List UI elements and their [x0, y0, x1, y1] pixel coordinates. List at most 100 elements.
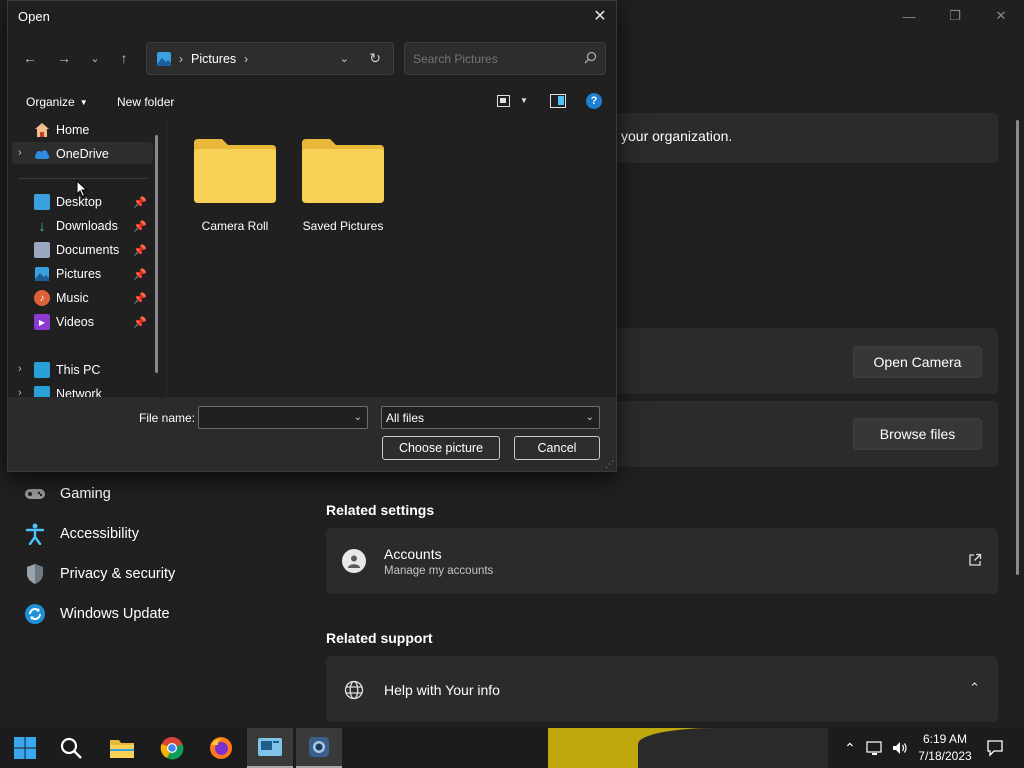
forward-arrow-icon[interactable]: →	[53, 47, 75, 69]
download-icon: ↓	[38, 217, 46, 235]
view-icon[interactable]	[497, 95, 510, 107]
close-window-button[interactable]: ✕	[978, 4, 1024, 28]
sidebar-item-desktop[interactable]: Desktop	[34, 192, 102, 212]
sidebar-item-this-pc[interactable]: This PC	[34, 360, 100, 380]
scrollbar[interactable]	[1016, 120, 1019, 575]
accounts-card[interactable]: Accounts Manage my accounts	[326, 528, 998, 594]
sidebar-item-label: Network	[56, 387, 102, 397]
settings-app-icon	[258, 738, 282, 756]
nav-item-accessibility[interactable]: Accessibility	[24, 523, 139, 545]
sidebar-item-onedrive[interactable]: OneDrive	[34, 144, 109, 164]
address-dropdown-icon[interactable]: ⌄	[340, 52, 349, 65]
file-type-select[interactable]: All files ⌄	[381, 406, 600, 429]
sidebar-item-network[interactable]: Network	[34, 384, 102, 397]
sidebar-item-downloads[interactable]: ↓ Downloads	[34, 216, 118, 236]
show-hidden-icons-button[interactable]: ⌃	[844, 728, 856, 768]
volume-icon[interactable]	[891, 728, 909, 768]
pin-icon[interactable]: 📌	[133, 316, 147, 329]
search-input[interactable]	[413, 51, 573, 66]
maximize-button[interactable]: ❐	[932, 4, 978, 28]
folder-label: Camera Roll	[201, 219, 269, 233]
dialog-close-button[interactable]: ✕	[584, 1, 616, 31]
chevron-up-icon[interactable]: ⌃	[969, 680, 980, 696]
file-name-input[interactable]	[203, 410, 343, 425]
folder-icon	[302, 139, 384, 203]
view-dropdown-icon[interactable]: ▼	[520, 96, 528, 105]
chevron-right-icon[interactable]: ›	[18, 147, 22, 159]
help-icon[interactable]: ?	[586, 93, 602, 109]
clock[interactable]: 6:19 AM 7/18/2023	[914, 731, 976, 765]
nav-item-privacy[interactable]: Privacy & security	[24, 563, 175, 585]
taskbar: ⌃ 6:19 AM 7/18/2023	[0, 728, 1024, 768]
divider	[18, 178, 148, 179]
browse-files-button[interactable]: Browse files	[853, 418, 982, 450]
choose-picture-button[interactable]: Choose picture	[382, 436, 500, 460]
nav-item-windows-update[interactable]: Windows Update	[24, 603, 170, 625]
pin-icon[interactable]: 📌	[133, 196, 147, 209]
back-arrow-icon[interactable]: ←	[19, 47, 41, 69]
sidebar-item-label: Home	[56, 123, 90, 137]
org-text: your organization.	[621, 128, 733, 144]
desktop-icon	[34, 194, 50, 210]
folder-saved-pictures[interactable]: Saved Pictures	[293, 137, 393, 233]
firefox-button[interactable]	[198, 728, 244, 768]
breadcrumb-separator-icon[interactable]: ›	[244, 52, 248, 66]
open-camera-button[interactable]: Open Camera	[853, 346, 982, 378]
pin-icon[interactable]: 📌	[133, 292, 147, 305]
sidebar-scrollbar[interactable]	[155, 135, 158, 373]
cancel-button[interactable]: Cancel	[514, 436, 600, 460]
file-name-field[interactable]: ⌄	[198, 406, 368, 429]
sidebar-item-music[interactable]: ♪ Music	[34, 288, 89, 308]
minimize-button[interactable]: —	[886, 4, 932, 28]
organize-button[interactable]: Organize ▼	[26, 95, 88, 109]
sidebar-item-label: This PC	[56, 363, 101, 377]
accounts-subtitle: Manage my accounts	[384, 565, 494, 577]
nav-item-gaming[interactable]: Gaming	[24, 483, 111, 505]
help-label: Help with Your info	[384, 682, 500, 698]
taskbar-app-settings[interactable]	[247, 728, 293, 768]
file-name-label: File name:	[139, 411, 196, 425]
help-card[interactable]: Help with Your info ⌃	[326, 656, 998, 722]
chrome-button[interactable]	[149, 728, 195, 768]
nav-item-label: Windows Update	[60, 606, 170, 622]
cloud-icon	[34, 146, 50, 162]
search-icon	[584, 51, 597, 69]
notifications-icon[interactable]	[986, 728, 1004, 768]
windows-icon	[14, 737, 36, 759]
pin-icon[interactable]: 📌	[133, 244, 147, 257]
sidebar-item-label: Downloads	[56, 219, 118, 233]
resize-grip-icon[interactable]: ⋰	[605, 459, 614, 470]
video-icon: ▶	[34, 314, 50, 330]
clock-date: 7/18/2023	[918, 749, 972, 763]
window-controls: — ❐ ✕	[886, 4, 1024, 28]
breadcrumb-pictures[interactable]: Pictures	[191, 52, 236, 66]
refresh-icon[interactable]: ↻	[369, 50, 381, 67]
preview-pane-icon[interactable]	[550, 94, 566, 108]
chevron-right-icon[interactable]: ›	[18, 387, 22, 397]
sidebar-item-pictures[interactable]: Pictures	[34, 264, 101, 284]
globe-icon	[344, 680, 364, 705]
folder-label: Saved Pictures	[302, 219, 384, 233]
folder-camera-roll[interactable]: Camera Roll	[185, 137, 285, 233]
up-arrow-icon[interactable]: ↑	[113, 47, 135, 69]
sidebar-item-documents[interactable]: Documents	[34, 240, 119, 260]
wallpaper-strip	[548, 728, 828, 768]
sidebar-item-videos[interactable]: ▶ Videos	[34, 312, 94, 332]
start-button[interactable]	[2, 728, 48, 768]
chevron-down-icon[interactable]: ⌄	[354, 412, 362, 423]
search-taskbar-button[interactable]	[48, 728, 94, 768]
address-bar[interactable]: › Pictures › ⌄ ↻	[146, 42, 394, 75]
pin-icon[interactable]: 📌	[133, 220, 147, 233]
file-explorer-button[interactable]	[99, 728, 145, 768]
chevron-right-icon[interactable]: ›	[18, 363, 22, 375]
search-box[interactable]	[404, 42, 606, 75]
new-folder-button[interactable]: New folder	[117, 95, 174, 109]
breadcrumb-separator-icon: ›	[179, 51, 183, 66]
shield-icon	[24, 563, 46, 585]
taskbar-app-camera[interactable]	[296, 728, 342, 768]
accounts-title: Accounts	[384, 546, 442, 562]
network-tray-icon[interactable]	[866, 728, 884, 768]
sidebar-item-home[interactable]: Home	[34, 120, 89, 140]
recent-chevron-icon[interactable]: ⌄	[84, 47, 106, 69]
pin-icon[interactable]: 📌	[133, 268, 147, 281]
